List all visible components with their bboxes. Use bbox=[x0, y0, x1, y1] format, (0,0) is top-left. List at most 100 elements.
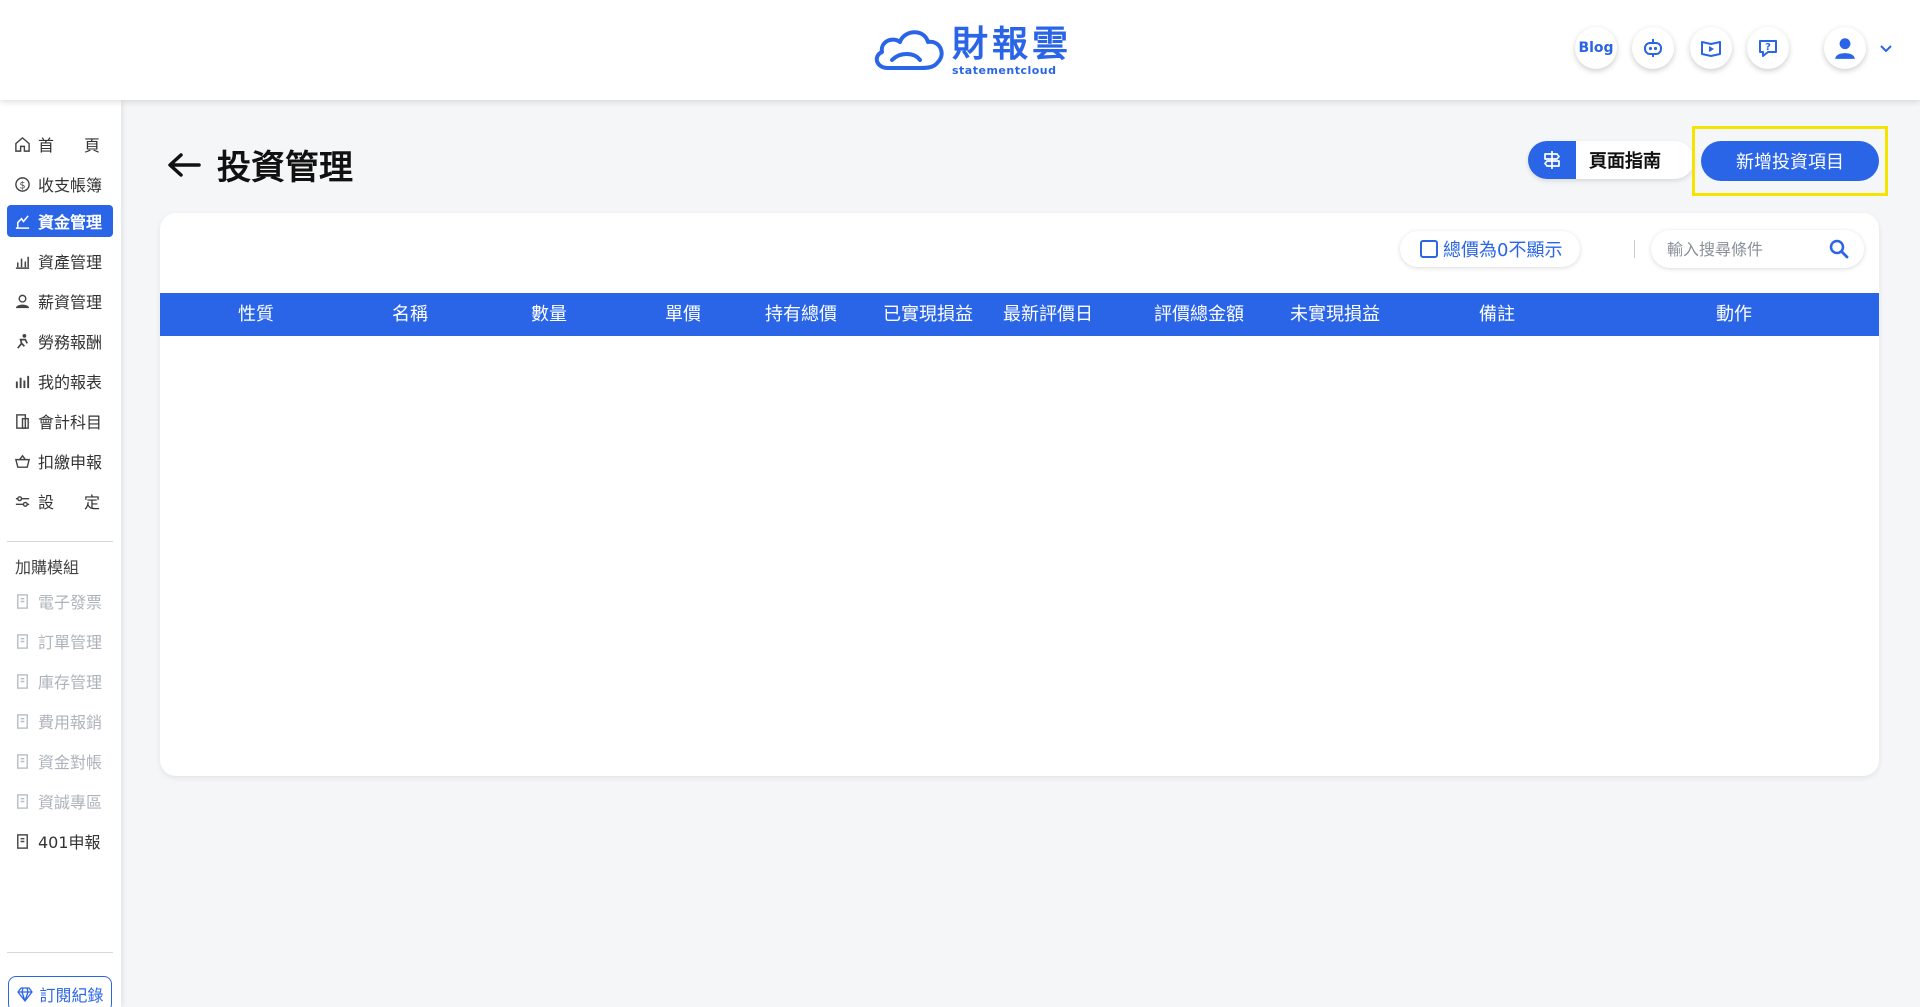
search-icon[interactable] bbox=[1828, 238, 1850, 260]
sidebar-item-labor-pay[interactable]: 勞務報酬 bbox=[7, 325, 113, 357]
coin-icon: $ bbox=[15, 176, 30, 192]
hide-zero-checkbox[interactable] bbox=[1420, 240, 1438, 258]
sliders-icon bbox=[15, 495, 30, 507]
sidebar-item-label: 我的報表 bbox=[38, 373, 103, 392]
sidebar: 首頁 $ 收支帳簿 資金管理 資產管理 薪資管理 勞務報酬 我的報表 會計科目 … bbox=[0, 100, 121, 1007]
home-icon bbox=[15, 136, 30, 152]
sidebar-item-home[interactable]: 首頁 bbox=[7, 128, 113, 160]
hide-zero-total-toggle[interactable]: 總價為0不顯示 bbox=[1400, 231, 1580, 267]
addon-item-401[interactable]: 401申報 bbox=[7, 825, 113, 857]
sidebar-item-label: 勞務報酬 bbox=[38, 333, 103, 352]
sidebar-item-reports[interactable]: 我的報表 bbox=[7, 365, 113, 397]
runner-icon bbox=[17, 333, 28, 349]
blog-button[interactable]: Blog bbox=[1575, 27, 1617, 69]
salary-icon bbox=[15, 294, 30, 308]
table-header: 性質 名稱 數量 單價 持有總價 已實現損益 最新評價日 評價總金額 未實現損益… bbox=[160, 293, 1879, 336]
sidebar-item-accounts[interactable]: 會計科目 bbox=[7, 405, 113, 437]
bar-chart-icon bbox=[15, 375, 30, 388]
investment-table-card: 總價為0不顯示 性質 名稱 數量 單價 持有總價 已實現損益 最新評價日 評價總… bbox=[160, 213, 1879, 776]
sidebar-item-fund-management[interactable]: 資金管理 bbox=[7, 205, 113, 237]
page-header: 投資管理 bbox=[165, 140, 353, 189]
sidebar-item-settings[interactable]: 設定 bbox=[7, 485, 113, 517]
sidebar-item-label: 資金對帳 bbox=[38, 753, 103, 772]
addon-item-orders[interactable]: 訂單管理 bbox=[7, 625, 113, 657]
sidebar-item-label: 扣繳申報 bbox=[38, 453, 103, 472]
cloud-logo-icon bbox=[874, 30, 944, 70]
column-header-name[interactable]: 名稱 bbox=[392, 293, 428, 336]
add-investment-button[interactable]: 新增投資項目 bbox=[1701, 141, 1879, 181]
page-title: 投資管理 bbox=[217, 148, 353, 188]
sidebar-item-label: 收支帳簿 bbox=[38, 176, 103, 195]
brand-logo[interactable]: 財報雲 statementcloud bbox=[870, 24, 1072, 78]
column-header-notes[interactable]: 備註 bbox=[1479, 293, 1515, 336]
video-tutorial-button[interactable] bbox=[1690, 27, 1732, 69]
addon-item-inventory[interactable]: 庫存管理 bbox=[7, 665, 113, 697]
column-header-unrealized-pnl[interactable]: 未實現損益 bbox=[1290, 293, 1380, 336]
sidebar-item-label: 資產管理 bbox=[38, 253, 103, 272]
module-icon bbox=[17, 793, 28, 809]
sidebar-item-label: 訂單管理 bbox=[38, 633, 103, 652]
module-icon bbox=[17, 713, 28, 729]
signpost-icon bbox=[1544, 151, 1560, 169]
video-book-icon bbox=[1701, 41, 1721, 57]
addon-item-reconciliation[interactable]: 資金對帳 bbox=[7, 745, 113, 777]
module-icon bbox=[17, 833, 28, 849]
column-header-latest-valuation-date[interactable]: 最新評價日 bbox=[1003, 293, 1093, 336]
svg-text:$: $ bbox=[19, 180, 25, 191]
table-body bbox=[160, 336, 1879, 776]
subscription-label: 訂閱紀錄 bbox=[39, 986, 104, 1005]
user-avatar-button[interactable] bbox=[1824, 27, 1866, 69]
addon-item-pwc[interactable]: 資誠專區 bbox=[7, 785, 113, 817]
column-header-actions[interactable]: 動作 bbox=[1716, 293, 1752, 336]
guide-icon-wrap bbox=[1528, 141, 1576, 179]
column-header-unit-price[interactable]: 單價 bbox=[665, 293, 701, 336]
ledger-icon bbox=[16, 413, 29, 429]
sidebar-item-label: 資誠專區 bbox=[38, 793, 103, 812]
search-input[interactable] bbox=[1667, 239, 1817, 259]
sidebar-item-withholding[interactable]: 扣繳申報 bbox=[7, 445, 113, 477]
addon-section-title: 加購模組 bbox=[15, 558, 80, 577]
asset-chart-icon bbox=[15, 256, 30, 269]
addon-item-expenses[interactable]: 費用報銷 bbox=[7, 705, 113, 737]
subscription-history-button[interactable]: 訂閱紀錄 bbox=[8, 976, 112, 1007]
hide-zero-label: 總價為0不顯示 bbox=[1443, 240, 1563, 261]
robot-icon bbox=[1644, 39, 1662, 57]
sidebar-item-asset-management[interactable]: 資產管理 bbox=[7, 245, 113, 277]
sidebar-item-label: 資金管理 bbox=[38, 213, 103, 232]
diamond-icon bbox=[17, 987, 34, 1002]
sidebar-item-label: 設 bbox=[38, 493, 55, 512]
column-header-realized-pnl[interactable]: 已實現損益 bbox=[883, 293, 973, 336]
robot-assistant-button[interactable] bbox=[1632, 27, 1674, 69]
brand-subtitle: statementcloud bbox=[952, 64, 1057, 77]
sidebar-item-label: 庫存管理 bbox=[38, 673, 103, 692]
module-icon bbox=[17, 673, 28, 689]
brand-name: 財報雲 bbox=[952, 24, 1073, 65]
question-chat-icon: ? bbox=[1759, 40, 1777, 57]
help-button[interactable]: ? bbox=[1747, 27, 1789, 69]
user-icon bbox=[1835, 38, 1855, 59]
search-box bbox=[1651, 230, 1864, 268]
column-header-type[interactable]: 性質 bbox=[238, 293, 274, 336]
top-header: 財報雲 statementcloud Blog ? bbox=[0, 0, 1920, 100]
sidebar-item-ledger[interactable]: $ 收支帳簿 bbox=[7, 168, 113, 200]
chevron-down-icon[interactable] bbox=[1878, 40, 1894, 56]
sidebar-item-label: 費用報銷 bbox=[38, 713, 103, 732]
back-arrow-icon[interactable] bbox=[165, 150, 203, 180]
page-guide-label: 頁面指南 bbox=[1589, 151, 1661, 172]
svg-text:?: ? bbox=[1765, 42, 1771, 53]
sidebar-item-label: 首 bbox=[38, 136, 55, 155]
sidebar-item-label: 會計科目 bbox=[38, 413, 103, 432]
sidebar-item-label: 頁 bbox=[83, 136, 100, 155]
column-header-valuation-total[interactable]: 評價總金額 bbox=[1154, 293, 1244, 336]
column-header-holding-total[interactable]: 持有總價 bbox=[765, 293, 837, 336]
page-guide-button[interactable]: 頁面指南 bbox=[1528, 141, 1694, 179]
sidebar-item-salary[interactable]: 薪資管理 bbox=[7, 285, 113, 317]
fund-icon bbox=[15, 214, 30, 229]
column-header-quantity[interactable]: 數量 bbox=[531, 293, 567, 336]
filter-divider bbox=[1634, 240, 1635, 258]
sidebar-divider bbox=[7, 952, 113, 953]
module-icon bbox=[17, 753, 28, 769]
addon-item-e-invoice[interactable]: 電子發票 bbox=[7, 585, 113, 617]
sidebar-item-label: 401申報 bbox=[38, 833, 101, 852]
module-icon bbox=[17, 633, 28, 649]
